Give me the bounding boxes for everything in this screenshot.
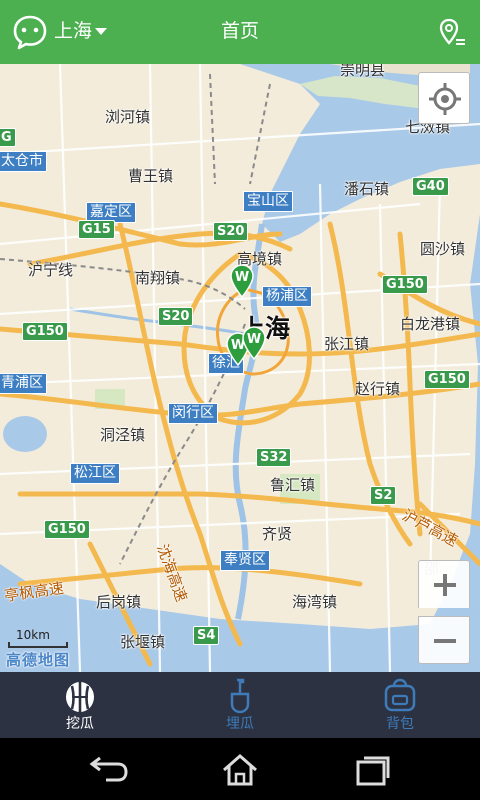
melon-pin-icon[interactable]: W bbox=[229, 264, 255, 298]
road-shield: G150 bbox=[44, 520, 90, 539]
road-shield: S4 bbox=[193, 626, 220, 645]
map-label: 白龙港镇 bbox=[400, 315, 461, 333]
road-shield: G bbox=[0, 128, 16, 147]
tab-dig-melon[interactable]: 挖瓜 bbox=[0, 672, 160, 738]
tab-label: 挖瓜 bbox=[66, 716, 94, 732]
zoom-out-button[interactable] bbox=[418, 616, 470, 664]
road-shield: S20 bbox=[213, 222, 249, 241]
caret-down-icon[interactable] bbox=[95, 28, 107, 35]
chat-bubble-icon[interactable] bbox=[12, 14, 48, 50]
back-icon[interactable] bbox=[78, 750, 138, 790]
map-label: 曹王镇 bbox=[128, 167, 174, 185]
locate-button[interactable] bbox=[418, 72, 470, 124]
bottom-tab-bar: 挖瓜 埋瓜 背包 bbox=[0, 672, 480, 738]
city-selector[interactable]: 上海 bbox=[54, 18, 92, 44]
road-shield: S20 bbox=[158, 307, 194, 326]
map-label: 浏河镇 bbox=[105, 108, 151, 126]
map-label: 后岗镇 bbox=[96, 593, 142, 611]
map-view[interactable]: 崇明县 浏河镇 七滧镇 太仓市 曹王镇 潘石镇 嘉定区 宝山区 圆沙镇 高境镇 … bbox=[0, 64, 480, 672]
map-label: 张堰镇 bbox=[120, 633, 166, 651]
map-label: 圆沙镇 bbox=[420, 240, 466, 258]
map-label: 张江镇 bbox=[324, 335, 370, 353]
scale-bar bbox=[8, 642, 68, 648]
map-attribution: 高德地图 bbox=[6, 651, 71, 669]
road-shield: G150 bbox=[382, 275, 428, 294]
map-label: 洞泾镇 bbox=[100, 426, 146, 444]
road-shield: G150 bbox=[424, 370, 470, 389]
melon-pin-icon[interactable]: W bbox=[241, 326, 267, 360]
road-shield: G40 bbox=[412, 177, 449, 196]
road-shield: S32 bbox=[256, 448, 292, 467]
zoom-in-button[interactable] bbox=[418, 560, 470, 608]
road-shield: S2 bbox=[370, 486, 397, 505]
district-badge: 闵行区 bbox=[168, 403, 218, 424]
top-bar: 上海 首页 bbox=[0, 0, 480, 64]
district-badge: 松江区 bbox=[70, 463, 120, 484]
watermelon-icon bbox=[66, 682, 94, 712]
road-shield: G150 bbox=[22, 322, 68, 341]
district-badge: 宝山区 bbox=[243, 191, 293, 212]
map-label: 海湾镇 bbox=[292, 593, 338, 611]
svg-text:W: W bbox=[235, 270, 249, 285]
map-label: 赵行镇 bbox=[355, 380, 401, 398]
district-badge: 青浦区 bbox=[0, 373, 47, 394]
road-shield: G15 bbox=[78, 220, 115, 239]
map-label: 齐贤 bbox=[262, 525, 293, 543]
system-nav-bar bbox=[0, 738, 480, 800]
svg-text:W: W bbox=[247, 332, 261, 347]
shovel-icon bbox=[230, 678, 250, 714]
district-badge: 杨浦区 bbox=[262, 286, 312, 307]
map-label: 潘石镇 bbox=[344, 180, 390, 198]
tab-backpack[interactable]: 背包 bbox=[320, 672, 480, 738]
map-label: 鲁汇镇 bbox=[270, 476, 316, 494]
map-label: 南翔镇 bbox=[135, 269, 181, 287]
map-label: 沪宁线 bbox=[28, 261, 74, 279]
location-list-icon[interactable] bbox=[436, 16, 470, 50]
district-badge: 奉贤区 bbox=[220, 550, 270, 571]
tab-label: 埋瓜 bbox=[226, 716, 254, 732]
scale-label: 10km bbox=[16, 628, 50, 642]
recent-apps-icon[interactable] bbox=[342, 750, 402, 790]
district-badge: 太仓市 bbox=[0, 151, 47, 172]
crosshair-icon bbox=[429, 83, 461, 115]
tab-bury-melon[interactable]: 埋瓜 bbox=[160, 672, 320, 738]
home-icon[interactable] bbox=[210, 750, 270, 790]
backpack-icon bbox=[384, 678, 416, 712]
map-label: 崇明县 bbox=[340, 64, 386, 79]
tab-label: 背包 bbox=[386, 716, 414, 732]
